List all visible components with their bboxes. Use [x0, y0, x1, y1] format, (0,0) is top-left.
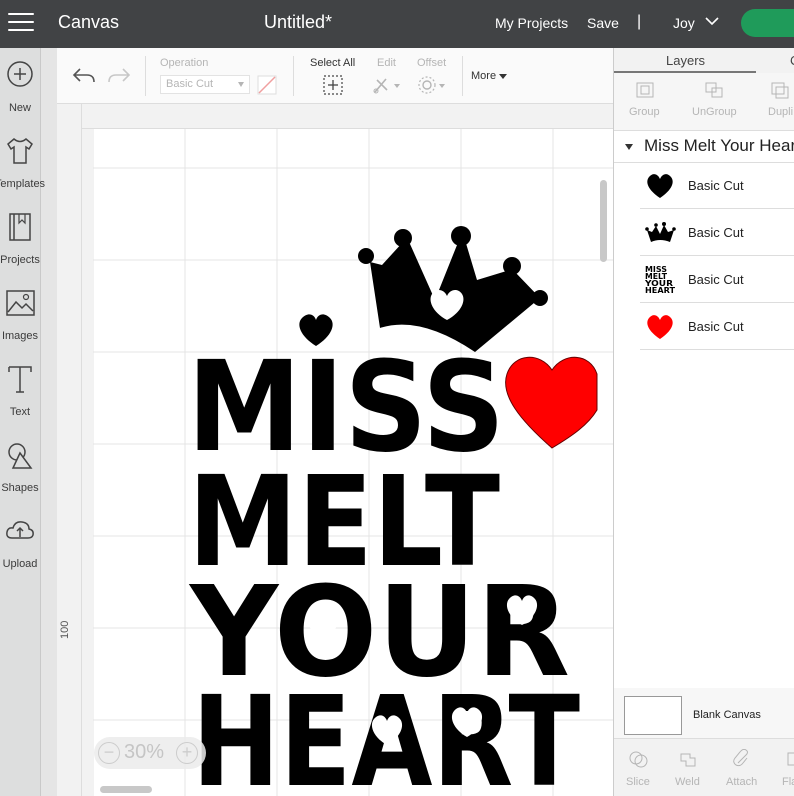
duplicate-button[interactable]: Dupli — [768, 106, 793, 118]
panel-tabs: Layers C — [614, 48, 794, 73]
group-icon[interactable] — [635, 81, 655, 99]
slice-icon[interactable] — [628, 749, 648, 769]
text-thumb: MISS MELT YOUR HEART — [644, 265, 676, 295]
horizontal-scrollbar[interactable] — [100, 786, 152, 793]
blank-canvas-swatch[interactable] — [624, 696, 682, 735]
flatten-icon[interactable] — [786, 749, 794, 769]
zoom-in-button[interactable]: + — [176, 742, 198, 764]
layer-row[interactable]: Basic Cut — [640, 304, 794, 350]
black-heart-icon — [647, 174, 673, 198]
zoom-out-button[interactable]: − — [98, 742, 120, 764]
zoom-control: − 30% + — [94, 737, 206, 769]
ungroup-button[interactable]: UnGroup — [692, 106, 737, 118]
layer-row[interactable]: MISS MELT YOUR HEART Basic Cut — [640, 257, 794, 303]
crown-icon — [645, 222, 676, 242]
weld-button[interactable]: Weld — [675, 776, 700, 788]
layer-name: Basic Cut — [688, 319, 744, 334]
red-heart-icon[interactable] — [505, 356, 598, 449]
thumb-line: HEART — [645, 286, 676, 295]
layer-name: Basic Cut — [688, 178, 744, 193]
duplicate-icon[interactable] — [770, 81, 790, 99]
weld-icon[interactable] — [678, 749, 698, 769]
blank-canvas-row[interactable]: Blank Canvas — [614, 688, 794, 738]
layer-row[interactable]: Basic Cut — [640, 210, 794, 256]
ungroup-icon[interactable] — [704, 81, 724, 99]
layers-panel: Layers C Group UnGroup Dupli Miss Melt Y… — [613, 48, 794, 796]
flatten-button[interactable]: Fla — [782, 776, 794, 788]
bottom-tools: Slice Weld Attach Fla — [614, 738, 794, 796]
red-heart-icon — [647, 315, 673, 339]
expand-caret-icon[interactable] — [625, 144, 633, 150]
attach-button[interactable]: Attach — [726, 776, 757, 788]
layer-name: Basic Cut — [688, 225, 744, 240]
tab-layers[interactable]: Layers — [666, 53, 705, 68]
group-button[interactable]: Group — [629, 106, 660, 118]
layer-name: Basic Cut — [688, 272, 744, 287]
zoom-level: 30% — [124, 741, 165, 763]
slice-button[interactable]: Slice — [626, 776, 650, 788]
attach-icon[interactable] — [732, 749, 752, 769]
blank-canvas-label: Blank Canvas — [693, 709, 761, 721]
crown-icon[interactable] — [358, 226, 548, 352]
layer-tools: Group UnGroup Dupli — [614, 73, 794, 131]
tab-color-sync[interactable]: C — [790, 53, 794, 68]
vertical-scrollbar[interactable] — [600, 180, 607, 262]
layer-row[interactable]: Basic Cut — [640, 163, 794, 209]
layer-group-title[interactable]: Miss Melt Your Heart — [644, 136, 794, 156]
